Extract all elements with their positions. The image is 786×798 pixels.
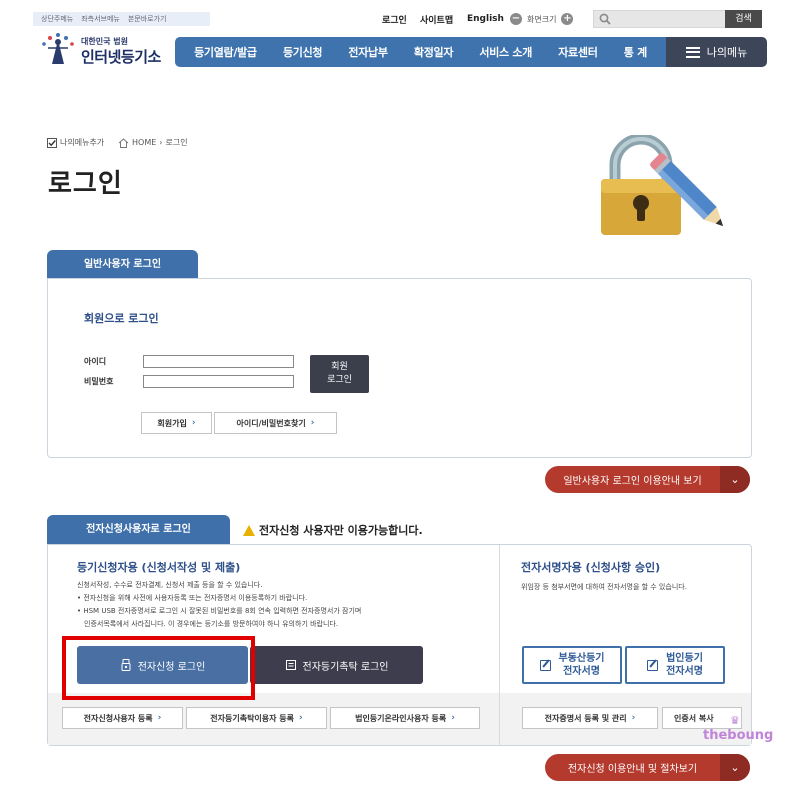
password-field[interactable] bbox=[143, 375, 294, 388]
corp-online-register-label: 법인등기온라인사용자 등록 bbox=[355, 713, 447, 723]
zoom-in-button[interactable]: + bbox=[561, 13, 574, 25]
tab-general-login[interactable]: 일반사용자 로그인 bbox=[47, 250, 198, 279]
gnb-item-registry-view[interactable]: 등기열람/발급 bbox=[194, 44, 257, 60]
signup-button[interactable]: 회원가입 › bbox=[141, 412, 212, 434]
zoom-label: 화면크기 bbox=[527, 14, 557, 24]
skip-link-content[interactable]: 본문바로가기 bbox=[128, 14, 167, 24]
skip-link-main-menu[interactable]: 상단주메뉴 bbox=[41, 14, 73, 24]
home-icon bbox=[118, 137, 129, 148]
id-label: 아이디 bbox=[84, 357, 107, 366]
general-login-guide-label: 일반사용자 로그인 이용안내 보기 bbox=[563, 476, 702, 487]
watermark-text: theboung bbox=[703, 728, 774, 743]
general-login-guide-button[interactable]: 일반사용자 로그인 이용안내 보기 ⌄ bbox=[545, 466, 750, 493]
e-commission-register-button[interactable]: 전자등기촉탁이용자 등록 › bbox=[186, 707, 327, 729]
chevron-right-icon: › bbox=[191, 418, 196, 428]
gnb-item-statistics[interactable]: 통 계 bbox=[624, 44, 647, 60]
chevron-right-icon: › bbox=[299, 713, 303, 723]
breadcrumb-home[interactable]: HOME bbox=[132, 138, 156, 147]
search-input[interactable] bbox=[593, 10, 726, 28]
skip-link-sub-menu[interactable]: 좌측서브메뉴 bbox=[81, 14, 120, 24]
search-icon bbox=[599, 13, 611, 25]
id-field[interactable] bbox=[143, 355, 294, 368]
corp-e-sign-button[interactable]: 법인등기 전자서명 bbox=[625, 646, 725, 684]
pen-icon bbox=[539, 659, 551, 671]
efile-notice-text: 전자신청 사용자만 이용가능합니다. bbox=[259, 524, 423, 537]
applicant-note-2-cont: 인증서목록에서 사라집니다. 이 경우에는 등기소를 방문하여야 하니 유의하기… bbox=[84, 620, 339, 628]
e-certificate-manage-button[interactable]: 전자증명서 등록 및 관리 › bbox=[522, 707, 658, 729]
gnb-item-registry-application[interactable]: 등기신청 bbox=[283, 44, 323, 60]
applicant-description: 신청서작성, 수수료 전자결제, 신청서 제출 등을 할 수 있습니다. bbox=[77, 581, 263, 589]
applicant-note-1: • 전자신청을 위해 사전에 사용자등록 또는 전자증명서 이용등록하기 바랍니… bbox=[77, 594, 308, 602]
e-certificate-manage-label: 전자증명서 등록 및 관리 bbox=[544, 713, 627, 723]
util-sitemap-link[interactable]: 사이트맵 bbox=[420, 11, 453, 27]
realty-e-sign-button[interactable]: 부동산등기 전자서명 bbox=[522, 646, 622, 684]
court-logo-icon[interactable] bbox=[38, 30, 78, 66]
find-account-label: 아이디/비밀번호찾기 bbox=[236, 418, 306, 428]
document-icon bbox=[285, 660, 296, 670]
applicant-note-2: • HSM USB 전자증명서로 로그인 시 잘못된 비밀번호를 8회 연속 입… bbox=[77, 607, 362, 615]
corp-e-sign-text: 법인등기 전자서명 bbox=[666, 652, 703, 678]
password-label: 비밀번호 bbox=[84, 377, 114, 386]
breadcrumb-separator: › bbox=[159, 138, 163, 147]
breadcrumb-current: 로그인 bbox=[165, 138, 188, 147]
gnb-item-resource-center[interactable]: 자료센터 bbox=[558, 44, 598, 60]
hamburger-icon bbox=[685, 46, 700, 58]
corp-online-register-button[interactable]: 법인등기온라인사용자 등록 › bbox=[330, 707, 480, 729]
efile-notice: 전자신청 사용자만 이용가능합니다. bbox=[243, 522, 423, 538]
certificate-copy-label: 인증서 복사 bbox=[674, 713, 714, 723]
main-navigation: 등기열람/발급 등기신청 전자납부 확정일자 서비스 소개 자료센터 통 계 bbox=[175, 37, 666, 67]
e-commission-register-label: 전자등기촉탁이용자 등록 bbox=[210, 713, 295, 723]
zoom-out-button[interactable]: − bbox=[510, 13, 522, 25]
pen-icon bbox=[647, 659, 659, 671]
signup-label: 회원가입 bbox=[157, 418, 187, 428]
chevron-down-icon: ⌄ bbox=[720, 754, 750, 781]
corp-e-sign-line2: 전자서명 bbox=[666, 666, 703, 677]
breadcrumb: HOME › 로그인 bbox=[118, 137, 188, 148]
chevron-right-icon: › bbox=[310, 418, 315, 428]
member-login-button-line1: 회원 bbox=[331, 362, 348, 372]
gnb-item-service-intro[interactable]: 서비스 소개 bbox=[479, 44, 532, 60]
my-menu-label: 나의메뉴 bbox=[706, 46, 748, 59]
warning-icon bbox=[243, 524, 255, 536]
tab-efile-login[interactable]: 전자신청사용자로 로그인 bbox=[47, 515, 230, 544]
gnb-item-e-payment[interactable]: 전자납부 bbox=[348, 44, 388, 60]
realty-e-sign-line1: 부동산등기 bbox=[558, 653, 605, 664]
skip-links: 상단주메뉴 좌측서브메뉴 본문바로가기 bbox=[33, 12, 210, 26]
realty-e-sign-text: 부동산등기 전자서명 bbox=[559, 652, 605, 678]
util-login-link[interactable]: 로그인 bbox=[382, 11, 407, 27]
zoom-controls: − 화면크기 + bbox=[510, 11, 574, 27]
realty-e-sign-line2: 전자서명 bbox=[563, 666, 600, 677]
logo-site-name[interactable]: 인터넷등기소 bbox=[81, 46, 161, 67]
efile-user-register-label: 전자신청사용자 등록 bbox=[83, 713, 153, 723]
e-commission-login-label: 전자등기촉탁 로그인 bbox=[302, 661, 389, 673]
efile-guide-label: 전자신청 이용안내 및 절차보기 bbox=[567, 764, 698, 775]
panel-divider bbox=[499, 545, 500, 745]
signer-section-title: 전자서명자용 (신청사항 승인) bbox=[521, 561, 661, 574]
efile-user-register-button[interactable]: 전자신청사용자 등록 › bbox=[62, 707, 183, 729]
signer-description: 위임장 등 첨부서면에 대하여 전자서명을 할 수 있습니다. bbox=[521, 583, 687, 591]
efile-guide-button[interactable]: 전자신청 이용안내 및 절차보기 ⌄ bbox=[545, 754, 750, 781]
applicant-section-title: 등기신청자용 (신청서작성 및 제출) bbox=[77, 561, 241, 574]
member-login-title: 회원으로 로그인 bbox=[84, 312, 159, 325]
chevron-down-icon: ⌄ bbox=[720, 466, 750, 493]
member-login-button-line2: 로그인 bbox=[327, 375, 352, 385]
member-login-button[interactable]: 회원 로그인 bbox=[310, 355, 369, 393]
search-button[interactable]: 검색 bbox=[725, 10, 762, 28]
find-account-button[interactable]: 아이디/비밀번호찾기 › bbox=[214, 412, 337, 434]
corp-e-sign-line1: 법인등기 bbox=[666, 653, 703, 664]
e-commission-login-button[interactable]: 전자등기촉탁 로그인 bbox=[250, 646, 423, 684]
add-my-menu-button[interactable]: 나의메뉴추가 bbox=[47, 137, 104, 148]
util-english-link[interactable]: English bbox=[467, 11, 504, 27]
chevron-right-icon: › bbox=[451, 713, 455, 723]
lock-pencil-illustration bbox=[601, 135, 724, 235]
checkbox-icon bbox=[47, 137, 57, 148]
chevron-right-icon: › bbox=[631, 713, 636, 723]
add-my-menu-label: 나의메뉴추가 bbox=[60, 138, 105, 147]
gnb-item-fixed-date[interactable]: 확정일자 bbox=[414, 44, 454, 60]
chevron-right-icon: › bbox=[157, 713, 162, 723]
my-menu-button[interactable]: 나의메뉴 bbox=[666, 37, 767, 67]
crown-icon: ♛ bbox=[730, 714, 740, 727]
page-title: 로그인 bbox=[48, 169, 123, 199]
highlight-box bbox=[62, 636, 255, 700]
